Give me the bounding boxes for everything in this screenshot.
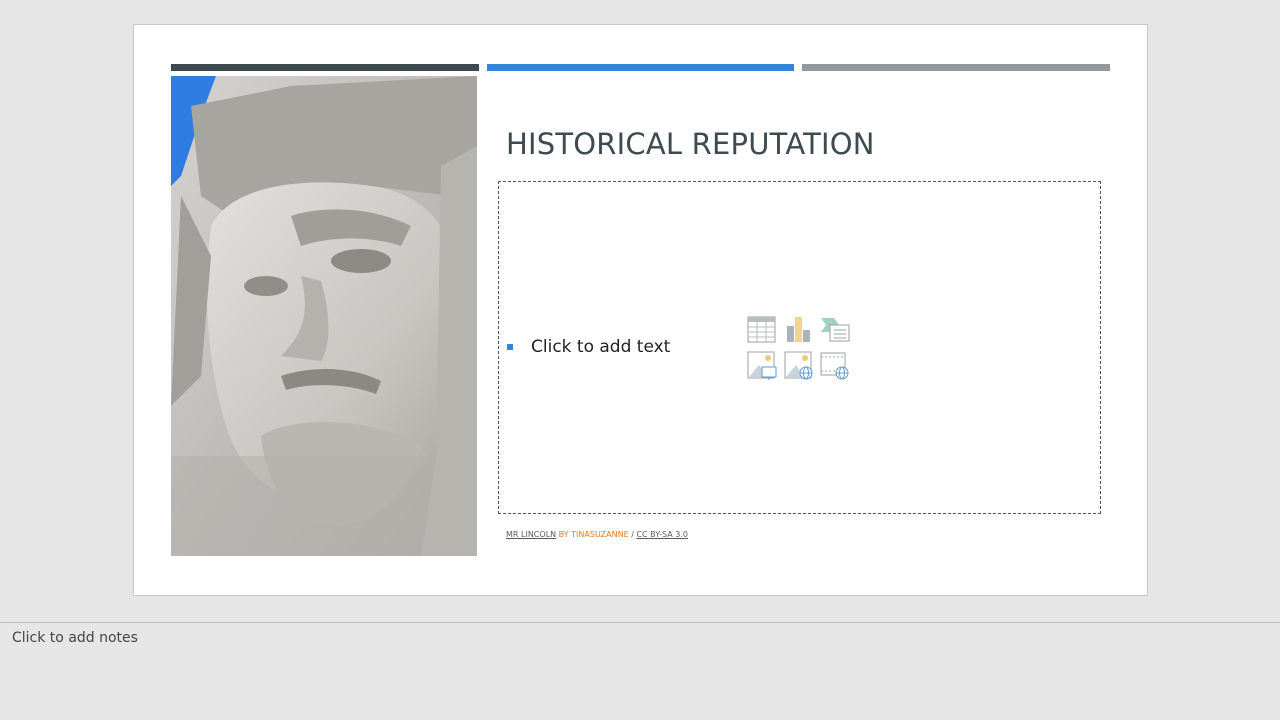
insert-table-icon[interactable] xyxy=(747,315,777,345)
bullet-item[interactable]: Click to add text xyxy=(507,337,670,357)
stone-face-image xyxy=(171,76,477,556)
image-credit: MR LINCOLN BY TINASUZANNE / CC BY-SA 3.0 xyxy=(506,530,688,539)
credit-license-link[interactable]: CC BY-SA 3.0 xyxy=(636,530,688,539)
slide-canvas[interactable]: HISTORICAL REPUTATION Click to add text xyxy=(133,24,1148,596)
insert-smartart-icon[interactable] xyxy=(820,315,850,345)
content-placeholder[interactable]: Click to add text xyxy=(498,181,1101,514)
placeholder-text[interactable]: Click to add text xyxy=(531,337,670,357)
slide-title[interactable]: HISTORICAL REPUTATION xyxy=(506,127,875,161)
credit-author: BY TINASUZANNE xyxy=(556,530,632,539)
accent-bar-dark xyxy=(171,64,479,71)
insert-content-icons xyxy=(747,315,857,385)
insert-video-icon[interactable] xyxy=(820,351,850,381)
slide-photo[interactable] xyxy=(171,76,477,556)
accent-bar-blue xyxy=(487,64,794,71)
bullet-marker xyxy=(507,344,513,350)
slide-editor-area: HISTORICAL REPUTATION Click to add text xyxy=(0,0,1280,622)
insert-online-picture-icon[interactable] xyxy=(784,351,814,381)
insert-picture-icon[interactable] xyxy=(747,351,777,381)
notes-pane[interactable]: Click to add notes xyxy=(0,623,1280,720)
notes-placeholder[interactable]: Click to add notes xyxy=(12,630,138,646)
accent-bar-gray xyxy=(802,64,1110,71)
credit-title-link[interactable]: MR LINCOLN xyxy=(506,530,556,539)
insert-chart-icon[interactable] xyxy=(784,315,814,345)
